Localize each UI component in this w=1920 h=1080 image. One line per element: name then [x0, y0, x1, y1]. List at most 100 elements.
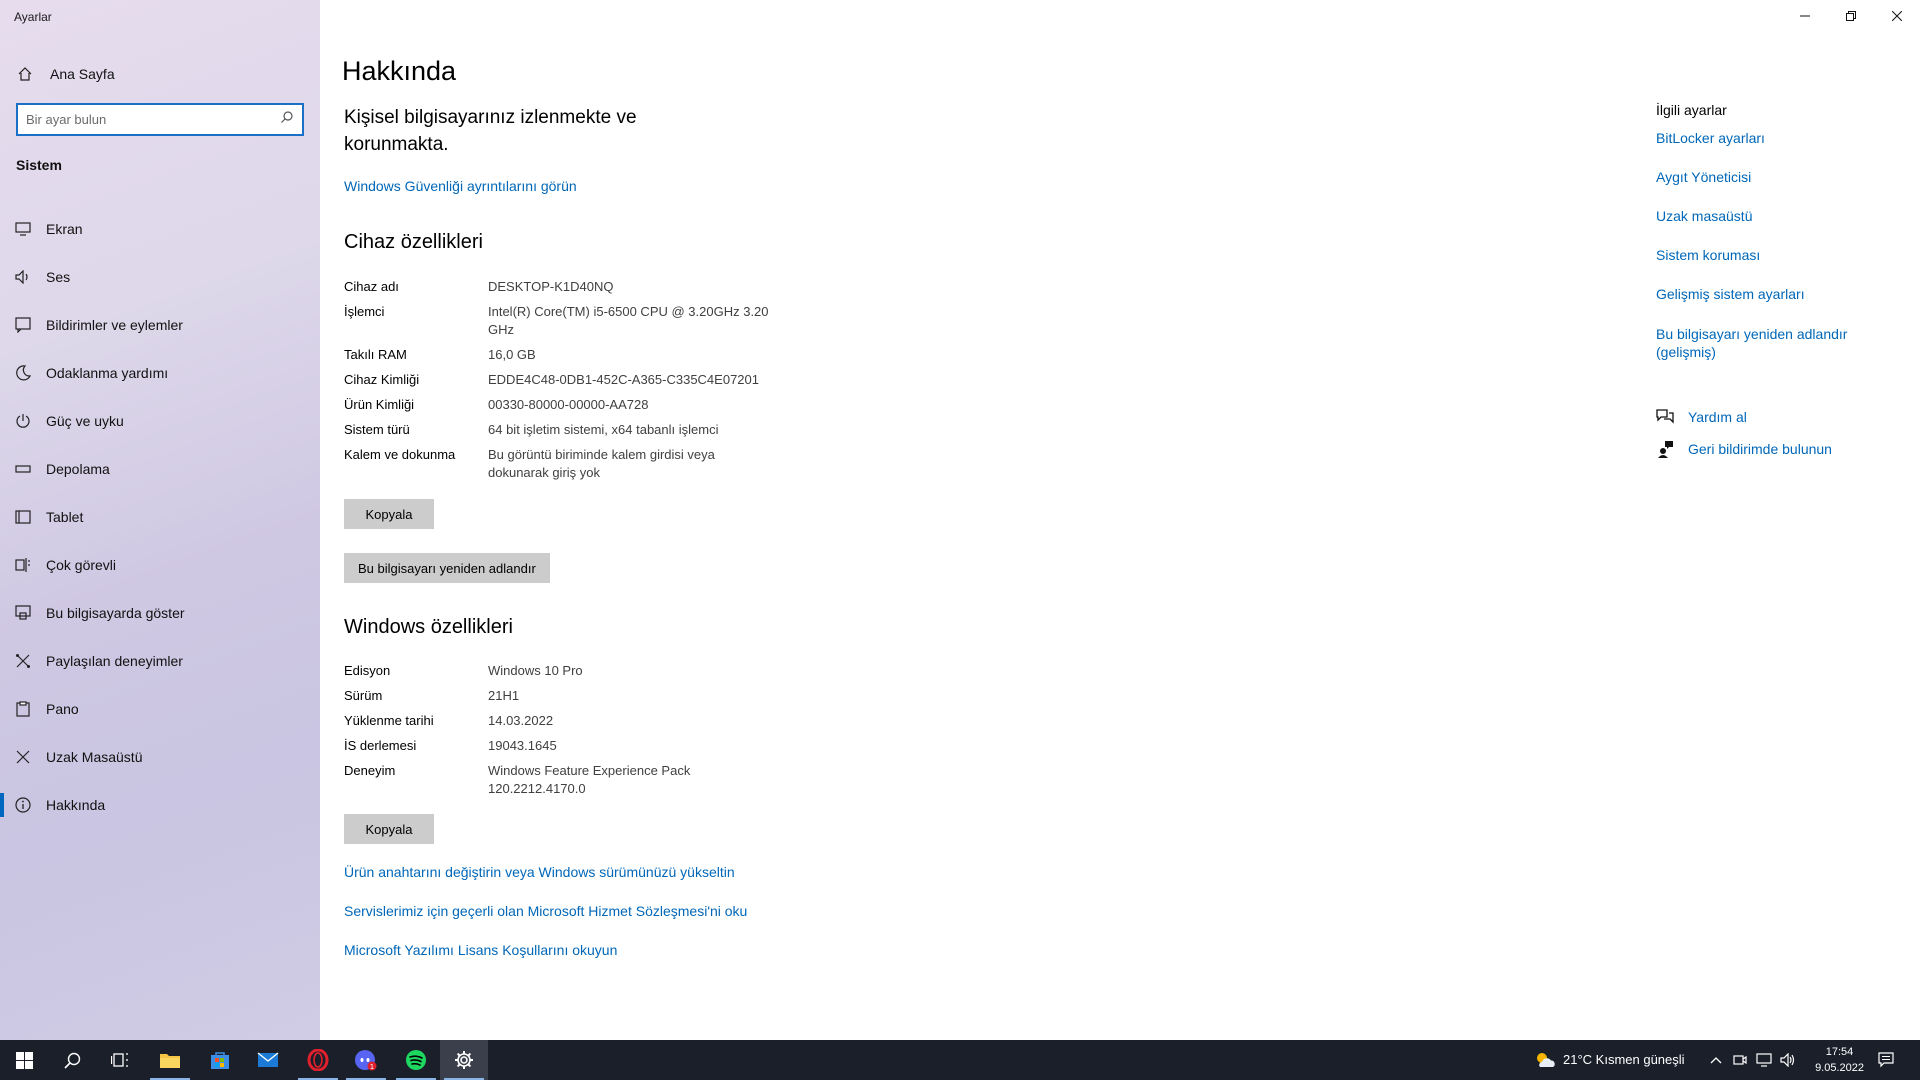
advanced-system-link[interactable]: Gelişmiş sistem ayarları	[1656, 285, 1876, 303]
sidebar-item-pano[interactable]: Pano	[0, 685, 320, 733]
multitask-icon	[0, 557, 46, 573]
sidebar-item-uzak-masaustu[interactable]: Uzak Masaüstü	[0, 733, 320, 781]
app-title: Ayarlar	[14, 10, 52, 24]
spec-key: Ürün Kimliği	[344, 397, 415, 412]
service-agreement-link[interactable]: Servislerimiz için geçerli olan Microsof…	[344, 903, 747, 919]
search-taskbar-button[interactable]	[48, 1040, 96, 1080]
discord-button[interactable]: 1	[342, 1040, 390, 1080]
spec-value: EDDE4C48-0DB1-452C-A365-C335C4E07201	[488, 372, 759, 387]
remote-desktop-link[interactable]: Uzak masaüstü	[1656, 207, 1876, 225]
search-icon[interactable]	[280, 110, 294, 129]
discord-icon: 1	[355, 1050, 377, 1071]
spec-key: Edisyon	[344, 663, 391, 678]
settings-taskbar-button[interactable]	[440, 1040, 488, 1080]
opera-button[interactable]	[294, 1040, 342, 1080]
meet-now-icon[interactable]	[1728, 1040, 1752, 1080]
spotify-icon	[406, 1050, 426, 1070]
sidebar-item-cok-gorevli[interactable]: Çok görevli	[0, 541, 320, 589]
sidebar-item-label: Ekran	[46, 221, 83, 237]
volume-icon[interactable]	[1776, 1040, 1800, 1080]
sidebar-item-label: Pano	[46, 701, 79, 717]
spec-key: Sistem türü	[344, 422, 410, 437]
system-protection-link[interactable]: Sistem koruması	[1656, 246, 1876, 264]
mail-button[interactable]	[244, 1040, 292, 1080]
feedback-item[interactable]: Geri bildirimde bulunun	[1656, 440, 1832, 458]
spec-key: Sürüm	[344, 688, 383, 703]
get-help-item[interactable]: Yardım al	[1656, 409, 1747, 425]
sidebar-item-tablet[interactable]: Tablet	[0, 493, 320, 541]
sidebar-item-ses[interactable]: Ses	[0, 253, 320, 301]
spec-value: Windows 10 Pro	[488, 663, 583, 678]
clock-time: 17:54	[1825, 1046, 1854, 1058]
svg-text:1: 1	[370, 1063, 374, 1071]
power-icon	[0, 413, 46, 429]
bitlocker-link[interactable]: BitLocker ayarları	[1656, 129, 1876, 147]
sidebar-nav: Ekran Ses Bildirimler ve eylemler Odakla…	[0, 205, 320, 829]
sidebar-item-label: Depolama	[46, 461, 110, 477]
info-icon	[0, 797, 46, 813]
spec-key: İS derlemesi	[344, 738, 417, 753]
clock[interactable]: 17:54 9.05.2022	[1815, 1044, 1864, 1076]
weather-icon[interactable]	[1530, 1040, 1560, 1080]
weather-text[interactable]: 21°C Kısmen güneşli	[1563, 1052, 1685, 1067]
gear-icon	[455, 1051, 473, 1069]
tablet-icon	[0, 510, 46, 524]
clipboard-icon	[0, 701, 46, 717]
spec-row: Edisyon Windows 10 Pro	[344, 662, 824, 680]
spec-row: Cihaz Kimliği EDDE4C48-0DB1-452C-A365-C33…	[344, 371, 824, 389]
rename-advanced-link[interactable]: Bu bilgisayarı yeniden adlandır (gelişmi…	[1656, 325, 1856, 361]
sidebar-item-ekran[interactable]: Ekran	[0, 205, 320, 253]
sidebar-item-bu-bilgisayarda-goster[interactable]: Bu bilgisayarda göster	[0, 589, 320, 637]
get-help-link[interactable]: Yardım al	[1688, 409, 1747, 425]
file-explorer-button[interactable]	[146, 1040, 194, 1080]
spec-row: Takılı RAM 16,0 GB	[344, 346, 824, 364]
shared-icon	[0, 653, 46, 669]
sidebar-item-label: Paylaşılan deneyimler	[46, 653, 183, 669]
show-hidden-icons-button[interactable]	[1704, 1040, 1728, 1080]
home-button[interactable]: Ana Sayfa	[0, 58, 320, 90]
settings-search[interactable]	[16, 103, 304, 136]
spec-value: 21H1	[488, 688, 520, 703]
network-icon[interactable]	[1752, 1040, 1776, 1080]
security-details-link[interactable]: Windows Güvenliği ayrıntılarını görün	[344, 178, 577, 194]
sidebar-item-bildirimler[interactable]: Bildirimler ve eylemler	[0, 301, 320, 349]
spec-row: Kalem ve dokunma Bu görüntü biriminde kal…	[344, 446, 824, 482]
spec-row: Sürüm 21H1	[344, 687, 824, 705]
sidebar-item-guc[interactable]: Güç ve uyku	[0, 397, 320, 445]
sidebar-item-label: Güç ve uyku	[46, 413, 124, 429]
upgrade-link[interactable]: Ürün anahtarını değiştirin veya Windows …	[344, 864, 735, 880]
monitor-icon	[0, 222, 46, 236]
sidebar-item-label: Bu bilgisayarda göster	[46, 605, 185, 621]
windows-specs: Edisyon Windows 10 Pro Sürüm 21H1 Yüklenme…	[344, 662, 824, 805]
action-center-button[interactable]	[1862, 1040, 1910, 1080]
search-icon	[63, 1052, 80, 1069]
moon-icon	[0, 365, 46, 381]
notification-icon	[1878, 1052, 1894, 1068]
home-label: Ana Sayfa	[50, 66, 115, 82]
rename-pc-button[interactable]: Bu bilgisayarı yeniden adlandır	[344, 553, 550, 583]
device-manager-link[interactable]: Aygıt Yöneticisi	[1656, 168, 1876, 186]
sidebar-item-odaklanma[interactable]: Odaklanma yardımı	[0, 349, 320, 397]
copy-windows-button[interactable]: Kopyala	[344, 814, 434, 844]
start-button[interactable]	[0, 1040, 48, 1080]
feedback-link[interactable]: Geri bildirimde bulunun	[1688, 441, 1832, 457]
sidebar-item-label: Tablet	[46, 509, 84, 525]
device-specs-title: Cihaz özellikleri	[344, 231, 483, 253]
search-input[interactable]	[26, 112, 280, 127]
taskbar: 1 21°C Kısmen güneşli 17:54 9.05.2022	[0, 1040, 1920, 1080]
spec-row: Yüklenme tarihi 14.03.2022	[344, 712, 824, 730]
store-button[interactable]	[196, 1040, 244, 1080]
sidebar-item-depolama[interactable]: Depolama	[0, 445, 320, 493]
storage-icon	[0, 464, 46, 474]
spec-row: Ürün Kimliği 00330-80000-00000-AA728	[344, 396, 824, 414]
copy-device-button[interactable]: Kopyala	[344, 499, 434, 529]
spec-value: Bu görüntü biriminde kalem girdisi veya …	[488, 447, 715, 480]
sidebar-item-paylasilan[interactable]: Paylaşılan deneyimler	[0, 637, 320, 685]
sidebar: Ayarlar Ana Sayfa Sistem Ekran Ses	[0, 0, 320, 1040]
license-terms-link[interactable]: Microsoft Yazılımı Lisans Koşullarını ok…	[344, 942, 617, 958]
sidebar-item-hakkinda[interactable]: Hakkında	[0, 781, 320, 829]
spec-value: 64 bit işletim sistemi, x64 tabanlı işle…	[488, 422, 719, 437]
task-view-button[interactable]	[96, 1040, 144, 1080]
settings-window: Ayarlar Ana Sayfa Sistem Ekran Ses	[0, 0, 1920, 1040]
spotify-button[interactable]	[392, 1040, 440, 1080]
